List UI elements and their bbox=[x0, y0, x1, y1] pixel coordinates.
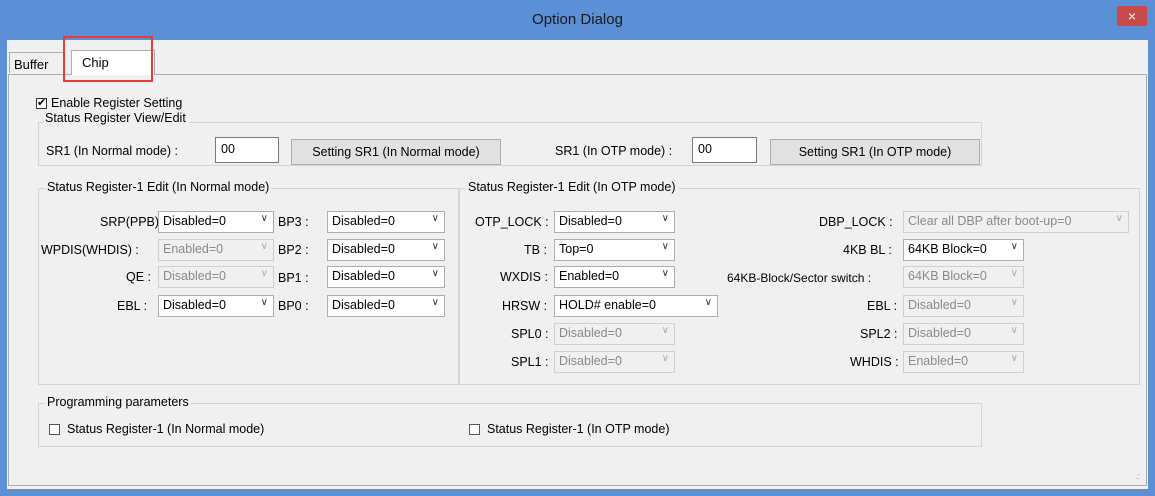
setting-sr1-normal-button[interactable]: Setting SR1 (In Normal mode) bbox=[291, 139, 501, 165]
chevron-down-icon: ∨ bbox=[661, 353, 669, 364]
close-button[interactable]: × bbox=[1117, 6, 1147, 26]
group-title: Status Register-1 Edit (In OTP mode) bbox=[466, 180, 678, 194]
whdis-label: WHDIS : bbox=[850, 355, 899, 369]
spl0-label: SPL0 : bbox=[511, 327, 549, 341]
chevron-down-icon: ∨ bbox=[661, 268, 669, 279]
spl0-select[interactable]: Disabled=0 ∨ bbox=[554, 323, 675, 345]
bp2-label: BP2 : bbox=[278, 243, 309, 257]
chevron-down-icon: ∨ bbox=[1010, 297, 1018, 308]
sr1-otp-field[interactable]: 00 bbox=[692, 137, 757, 163]
4kb-bl-label: 4KB BL : bbox=[843, 243, 892, 257]
block-sector-switch-label: 64KB-Block/Sector switch : bbox=[727, 271, 872, 285]
spl1-select[interactable]: Disabled=0 ∨ bbox=[554, 351, 675, 373]
tb-select[interactable]: Top=0 ∨ bbox=[554, 239, 675, 261]
dbp-lock-label: DBP_LOCK : bbox=[819, 215, 893, 229]
resize-grip-icon[interactable]: .: bbox=[1135, 471, 1140, 481]
otp-lock-select[interactable]: Disabled=0 ∨ bbox=[554, 211, 675, 233]
chevron-down-icon: ∨ bbox=[704, 297, 712, 308]
bp0-select[interactable]: Disabled=0 ∨ bbox=[327, 295, 445, 317]
window-title: Option Dialog bbox=[532, 11, 623, 28]
tab-buffer[interactable]: Buffer bbox=[9, 52, 64, 73]
program-otp-checkbox[interactable] bbox=[469, 424, 480, 435]
option-dialog-window: Option Dialog × Buffer Chip Enable Regis… bbox=[0, 0, 1155, 496]
spl1-label: SPL1 : bbox=[511, 355, 549, 369]
dialog-client-area: Buffer Chip Enable Register Setting Stat… bbox=[7, 36, 1148, 489]
program-otp-label: Status Register-1 (In OTP mode) bbox=[487, 422, 670, 436]
sr1-otp-label: SR1 (In OTP mode) : bbox=[555, 144, 673, 158]
srp-ppb-label: SRP(PPB) : bbox=[100, 215, 166, 229]
chevron-down-icon: ∨ bbox=[1010, 268, 1018, 279]
bp0-label: BP0 : bbox=[278, 299, 309, 313]
program-normal-label: Status Register-1 (In Normal mode) bbox=[67, 422, 265, 436]
chevron-down-icon: ∨ bbox=[1115, 213, 1123, 224]
highlight-box bbox=[63, 36, 153, 82]
enable-register-label: Enable Register Setting bbox=[51, 96, 183, 110]
otp-ebl-select[interactable]: Disabled=0 ∨ bbox=[903, 295, 1024, 317]
group-title: Status Register View/Edit bbox=[43, 111, 188, 125]
chevron-down-icon: ∨ bbox=[1010, 325, 1018, 336]
group-title: Programming parameters bbox=[45, 395, 191, 409]
tab-strip: Buffer Chip bbox=[7, 36, 1148, 82]
spl2-select[interactable]: Disabled=0 ∨ bbox=[903, 323, 1024, 345]
qe-select[interactable]: Disabled=0 ∨ bbox=[158, 266, 274, 288]
chevron-down-icon: ∨ bbox=[661, 325, 669, 336]
chip-tab-panel: Enable Register Setting Status Register … bbox=[8, 74, 1147, 486]
sr1-normal-field[interactable]: 00 bbox=[215, 137, 279, 163]
wpdis-label: WPDIS(WHDIS) : bbox=[41, 243, 139, 257]
sr1-normal-label: SR1 (In Normal mode) : bbox=[46, 144, 178, 158]
chevron-down-icon: ∨ bbox=[260, 268, 268, 279]
chevron-down-icon: ∨ bbox=[1010, 241, 1018, 252]
bp1-label: BP1 : bbox=[278, 271, 309, 285]
wxdis-label: WXDIS : bbox=[500, 270, 548, 284]
chevron-down-icon: ∨ bbox=[431, 213, 439, 224]
bp2-select[interactable]: Disabled=0 ∨ bbox=[327, 239, 445, 261]
program-normal-checkbox[interactable] bbox=[49, 424, 60, 435]
ebl-label: EBL : bbox=[117, 299, 148, 313]
qe-label: QE : bbox=[126, 270, 152, 284]
whdis-select[interactable]: Enabled=0 ∨ bbox=[903, 351, 1024, 373]
close-icon: × bbox=[1127, 8, 1137, 24]
dbp-lock-select[interactable]: Clear all DBP after boot-up=0 ∨ bbox=[903, 211, 1129, 233]
chevron-down-icon: ∨ bbox=[661, 213, 669, 224]
chevron-down-icon: ∨ bbox=[431, 241, 439, 252]
chevron-down-icon: ∨ bbox=[431, 268, 439, 279]
chevron-down-icon: ∨ bbox=[431, 297, 439, 308]
setting-sr1-otp-button[interactable]: Setting SR1 (In OTP mode) bbox=[770, 139, 980, 165]
hrsw-select[interactable]: HOLD# enable=0 ∨ bbox=[554, 295, 718, 317]
bp1-select[interactable]: Disabled=0 ∨ bbox=[327, 266, 445, 288]
spl2-label: SPL2 : bbox=[860, 327, 898, 341]
chevron-down-icon: ∨ bbox=[260, 213, 268, 224]
4kb-bl-select[interactable]: 64KB Block=0 ∨ bbox=[903, 239, 1024, 261]
block-sector-switch-select[interactable]: 64KB Block=0 ∨ bbox=[903, 266, 1024, 288]
chevron-down-icon: ∨ bbox=[661, 241, 669, 252]
srp-ppb-select[interactable]: Disabled=0 ∨ bbox=[158, 211, 274, 233]
tb-label: TB : bbox=[524, 243, 547, 257]
wxdis-select[interactable]: Enabled=0 ∨ bbox=[554, 266, 675, 288]
enable-register-checkbox[interactable] bbox=[36, 96, 47, 109]
hrsw-label: HRSW : bbox=[502, 299, 548, 313]
chevron-down-icon: ∨ bbox=[260, 241, 268, 252]
bp3-label: BP3 : bbox=[278, 215, 309, 229]
otp-lock-label: OTP_LOCK : bbox=[475, 215, 549, 229]
chevron-down-icon: ∨ bbox=[260, 297, 268, 308]
otp-ebl-label: EBL : bbox=[867, 299, 898, 313]
bp3-select[interactable]: Disabled=0 ∨ bbox=[327, 211, 445, 233]
chevron-down-icon: ∨ bbox=[1010, 353, 1018, 364]
ebl-select[interactable]: Disabled=0 ∨ bbox=[158, 295, 274, 317]
title-bar[interactable]: Option Dialog × bbox=[0, 0, 1155, 40]
wpdis-select[interactable]: Enabled=0 ∨ bbox=[158, 239, 274, 261]
group-title: Status Register-1 Edit (In Normal mode) bbox=[45, 180, 272, 194]
